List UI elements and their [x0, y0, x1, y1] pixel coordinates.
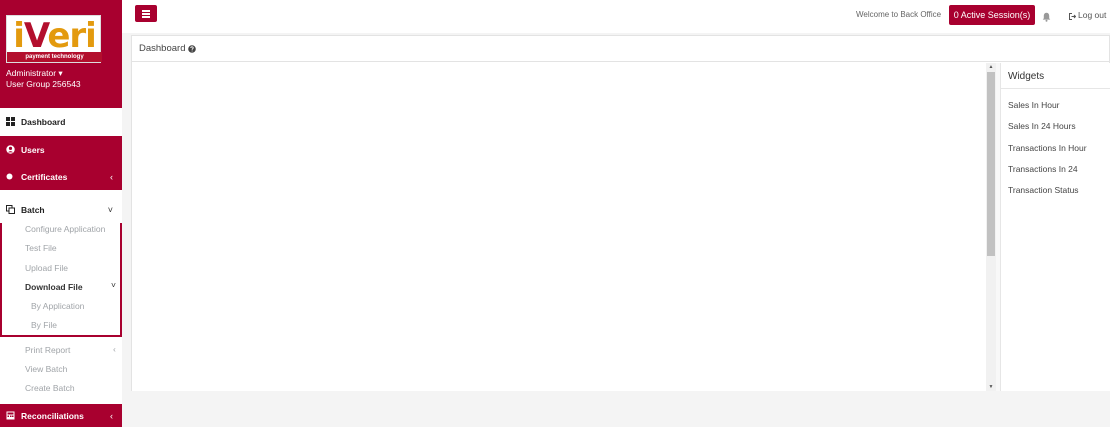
user-circle-icon — [6, 145, 15, 154]
user-group-label: User Group 256543 — [6, 79, 81, 89]
sidebar-item-dashboard[interactable]: Dashboard — [0, 108, 122, 135]
sidebar-subitem-create-batch[interactable]: Create Batch — [25, 383, 75, 393]
widget-item-sales-in-hour[interactable]: Sales In Hour — [1008, 100, 1060, 110]
hamburger-line — [142, 13, 150, 15]
circle-icon — [6, 172, 15, 181]
active-sessions-button[interactable]: 0 Active Session(s) — [949, 5, 1035, 25]
sidebar-subitem-test-file[interactable]: Test File — [25, 243, 57, 253]
logo-tagline: payment technology — [7, 52, 102, 62]
batch-section: Batch ˅ Configure Application Test File … — [0, 196, 122, 337]
logout-link[interactable]: Log out — [1069, 10, 1106, 20]
app-root: iVeri payment technology Administrator ▾… — [0, 0, 1110, 427]
calculator-icon — [6, 411, 15, 420]
dashboard-panel: Dashboard ▲ ▼ Widgets Sales In Hour Sale… — [131, 35, 1110, 391]
iveri-logo: iVeri payment technology — [6, 15, 102, 63]
widgets-divider — [1001, 88, 1110, 89]
widget-item-transaction-status[interactable]: Transaction Status — [1008, 185, 1079, 195]
widgets-title: Widgets — [1008, 71, 1045, 82]
sidebar-item-label: Reconciliations — [21, 410, 84, 421]
sidebar-subitem-upload-file[interactable]: Upload File — [25, 263, 68, 273]
sidebar-item-label: Batch — [21, 204, 45, 215]
chevron-down-icon: ˅ — [111, 280, 116, 290]
sidebar-subitem-by-application[interactable]: By Application — [31, 301, 84, 311]
sidebar-item-batch[interactable]: Batch ˅ — [0, 196, 122, 223]
grid-icon — [6, 117, 15, 126]
bell-icon[interactable] — [1042, 9, 1051, 22]
chevron-down-icon: ˅ — [107, 204, 113, 215]
widget-item-sales-in-24-hours[interactable]: Sales In 24 Hours — [1008, 121, 1076, 131]
chevron-left-icon: ‹ — [110, 410, 113, 421]
topbar: Welcome to Back Office 0 Active Session(… — [122, 0, 1110, 33]
sign-out-icon — [1069, 12, 1077, 20]
sidebar-subitem-configure-application[interactable]: Configure Application — [25, 224, 105, 234]
sidebar-subitem-download-file[interactable]: Download File — [25, 282, 83, 292]
question-circle-icon[interactable] — [188, 44, 197, 53]
scroll-up-arrow-icon[interactable]: ▲ — [986, 63, 996, 71]
welcome-text: Welcome to Back Office — [856, 10, 942, 19]
logo-wordmark: iVeri — [13, 16, 97, 56]
sidebar-item-users[interactable]: Users — [0, 136, 122, 163]
scroll-thumb[interactable] — [987, 72, 995, 256]
hamburger-line — [142, 10, 150, 12]
sidebar-profile-panel: iVeri payment technology Administrator ▾… — [0, 0, 122, 108]
scroll-down-arrow-icon[interactable]: ▼ — [986, 383, 996, 391]
sidebar-item-label: Dashboard — [21, 116, 66, 127]
sidebar-toggle-button[interactable] — [135, 5, 157, 22]
dashboard-header: Dashboard — [132, 36, 1109, 62]
dashboard-scrollbar[interactable]: ▲ ▼ — [986, 63, 996, 391]
sidebar-item-label: Certificates — [21, 171, 68, 182]
sidebar-subitem-print-report[interactable]: Print Report — [25, 345, 70, 355]
sidebar-item-reconciliations[interactable]: Reconciliations ‹ — [0, 404, 122, 427]
sidebar-item-certificates[interactable]: Certificates ‹ — [0, 163, 122, 190]
sidebar-subitem-view-batch[interactable]: View Batch — [25, 364, 67, 374]
chevron-left-icon: ‹ — [110, 171, 113, 182]
dashboard-canvas[interactable] — [132, 63, 996, 391]
sidebar-item-label: Users — [21, 144, 45, 155]
chevron-left-icon: ‹ — [113, 344, 116, 354]
copy-icon — [6, 205, 15, 214]
widgets-panel: Widgets Sales In Hour Sales In 24 Hours … — [1001, 63, 1110, 391]
sidebar: iVeri payment technology Administrator ▾… — [0, 0, 122, 427]
widget-item-transactions-in-hour[interactable]: Transactions In Hour — [1008, 143, 1087, 153]
widget-item-transactions-in-24[interactable]: Transactions In 24 — [1008, 164, 1078, 174]
logout-label: Log out — [1078, 10, 1107, 20]
hamburger-line — [142, 16, 150, 18]
user-menu-toggle[interactable]: Administrator ▾ — [6, 68, 63, 79]
page-title: Dashboard — [139, 43, 186, 54]
sidebar-subitem-by-file[interactable]: By File — [31, 320, 57, 330]
main-content: Dashboard ▲ ▼ Widgets Sales In Hour Sale… — [122, 33, 1110, 427]
